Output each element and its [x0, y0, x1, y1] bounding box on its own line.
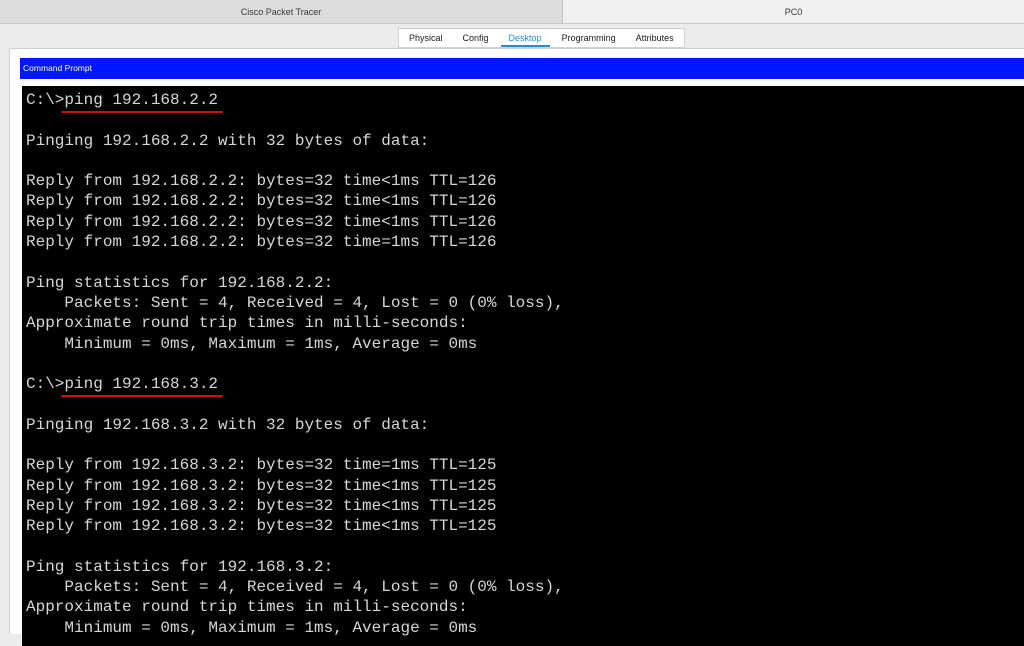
tab-programming[interactable]: Programming	[552, 29, 626, 47]
terminal-output-line: Ping statistics for 192.168.2.2:	[26, 273, 334, 292]
terminal-output-line: Minimum = 0ms, Maximum = 1ms, Average = …	[26, 618, 478, 637]
window-titlebar: Cisco Packet Tracer PC0	[0, 0, 1024, 24]
terminal-output-line: Reply from 192.168.3.2: bytes=32 time<1m…	[26, 476, 497, 495]
entered-command: ping 192.168.3.2	[61, 375, 223, 398]
terminal-output-line: Pinging 192.168.3.2 with 32 bytes of dat…	[26, 415, 430, 434]
tab-desktop[interactable]: Desktop	[499, 29, 552, 47]
device-tab-bar: Physical Config Desktop Programming Attr…	[0, 24, 1024, 48]
entered-command: ping 192.168.2.2	[61, 91, 223, 114]
terminal-output-line: Reply from 192.168.3.2: bytes=32 time<1m…	[26, 517, 497, 536]
device-tabs: Physical Config Desktop Programming Attr…	[398, 28, 685, 48]
terminal-command-line: C:\>ping 192.168.2.2	[26, 90, 1024, 114]
tab-attributes[interactable]: Attributes	[626, 29, 684, 47]
tab-physical[interactable]: Physical	[399, 29, 453, 47]
terminal-output-line: Pinging 192.168.2.2 with 32 bytes of dat…	[26, 131, 430, 150]
terminal-output-line: Reply from 192.168.2.2: bytes=32 time<1m…	[26, 192, 497, 211]
prompt-text: C:\>	[26, 91, 65, 109]
terminal-output-line: Approximate round trip times in milli-se…	[26, 598, 468, 617]
terminal-command-line: C:\>ping 192.168.3.2	[26, 374, 1024, 398]
window-tab-app[interactable]: Cisco Packet Tracer	[0, 0, 563, 23]
terminal-output-line: Reply from 192.168.2.2: bytes=32 time=1m…	[26, 233, 497, 252]
terminal-output-line: Reply from 192.168.3.2: bytes=32 time=1m…	[26, 456, 497, 475]
terminal-output-line: Ping statistics for 192.168.3.2:	[26, 557, 334, 576]
terminal-output-line: Packets: Sent = 4, Received = 4, Lost = …	[26, 293, 564, 312]
terminal-output-line: Packets: Sent = 4, Received = 4, Lost = …	[26, 578, 564, 597]
window-tab-device[interactable]: PC0	[563, 0, 1024, 23]
terminal-output-line: Reply from 192.168.3.2: bytes=32 time<1m…	[26, 496, 497, 515]
terminal-output[interactable]: C:\>ping 192.168.2.2 Pinging 192.168.2.2 …	[22, 86, 1024, 646]
desktop-panel: Command Prompt C:\>ping 192.168.2.2 Pingi…	[9, 48, 1024, 646]
terminal-output-line: Minimum = 0ms, Maximum = 1ms, Average = …	[26, 334, 478, 353]
terminal-output-line: Reply from 192.168.2.2: bytes=32 time<1m…	[26, 212, 497, 231]
terminal-output-line: Approximate round trip times in milli-se…	[26, 314, 468, 333]
command-prompt-title: Command Prompt	[20, 58, 1024, 79]
prompt-text: C:\>	[26, 375, 65, 394]
terminal-output-line: Reply from 192.168.2.2: bytes=32 time<1m…	[26, 172, 497, 191]
tab-config[interactable]: Config	[453, 29, 499, 47]
